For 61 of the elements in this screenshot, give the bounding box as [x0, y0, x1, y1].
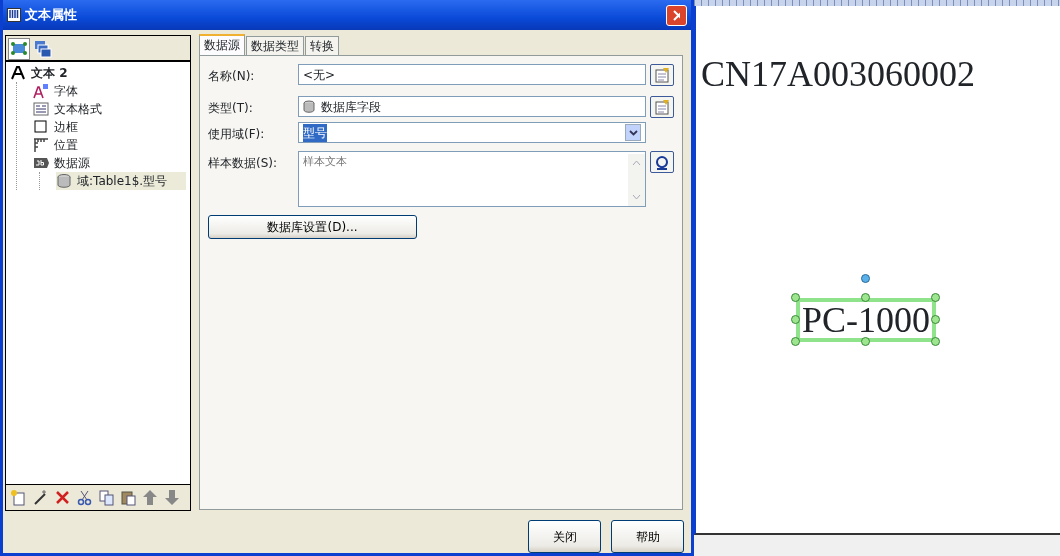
tree-item[interactable]: 文本格式 [33, 100, 186, 119]
tree-item[interactable]: 文本 2 [10, 64, 186, 83]
resize-handle[interactable] [861, 337, 870, 346]
close-button[interactable] [666, 4, 687, 26]
square-icon [33, 119, 49, 136]
view-toggle-button[interactable] [8, 38, 30, 61]
field-label: 类型(T): [208, 100, 254, 118]
resize-handle[interactable] [931, 293, 940, 302]
up-arrow-icon [142, 489, 158, 507]
tree-item[interactable]: 域:Table1$.型号 [56, 172, 186, 191]
font-icon [33, 83, 49, 100]
resize-handle[interactable] [791, 293, 800, 302]
cut-icon [76, 489, 92, 507]
dialog-button[interactable]: 关闭 [528, 520, 601, 553]
tree-item[interactable]: 位置 [33, 136, 186, 155]
special-character-button[interactable] [650, 151, 674, 174]
input-field[interactable]: <无> [298, 64, 646, 86]
database-icon [56, 173, 72, 190]
tree-item[interactable]: 数据源 [33, 154, 186, 173]
tab[interactable]: 数据类型 [246, 36, 304, 56]
down-arrow-icon [164, 489, 180, 507]
barcode-text[interactable]: CN17A003060002 [701, 56, 975, 92]
field-label: 样本数据(S): [208, 155, 279, 173]
tree-item[interactable]: 字体 [33, 82, 186, 101]
edit-button[interactable] [650, 64, 674, 87]
field-label: 使用域(F): [208, 126, 266, 144]
database-icon [303, 100, 315, 114]
tree-item[interactable]: 边框 [33, 118, 186, 137]
field-dropdown[interactable]: 型号 [298, 122, 646, 144]
resize-handle[interactable] [931, 315, 940, 324]
sample-text-area[interactable]: 样本文本 [298, 151, 646, 208]
close-icon [673, 9, 680, 21]
tab[interactable]: 数据源 [199, 34, 245, 56]
text-format-icon [33, 101, 49, 118]
view-toggle-button[interactable] [32, 38, 54, 61]
ruler-icon [33, 137, 49, 154]
input-field[interactable]: 数据库字段 [298, 96, 646, 118]
dialog-button[interactable]: 帮助 [611, 520, 684, 553]
database-settings-button[interactable]: 数据库设置(D)... [208, 215, 417, 240]
edit-icon [654, 98, 670, 116]
chevron-down-icon [628, 129, 638, 136]
paste-icon [120, 489, 136, 507]
edit-icon [654, 66, 670, 84]
edit-button[interactable] [650, 96, 674, 119]
tab[interactable]: 转换 [305, 36, 339, 56]
resize-handle[interactable] [931, 337, 940, 346]
new-item-icon [10, 489, 26, 507]
rotate-handle[interactable] [861, 274, 870, 283]
field-label: 名称(N): [208, 68, 256, 86]
sample-text: 样本文本 [303, 154, 347, 171]
layers-icon [34, 40, 52, 59]
scrollbar [628, 154, 645, 207]
omega-icon [654, 153, 670, 171]
resize-handle[interactable] [791, 337, 800, 346]
app-icon [7, 8, 21, 23]
copy-icon [98, 489, 114, 507]
letter-icon [10, 65, 26, 82]
resize-handle[interactable] [861, 293, 870, 302]
window-title: 文本属性 [25, 6, 77, 25]
magic-wand-icon [32, 489, 48, 507]
resize-handle[interactable] [791, 315, 800, 324]
